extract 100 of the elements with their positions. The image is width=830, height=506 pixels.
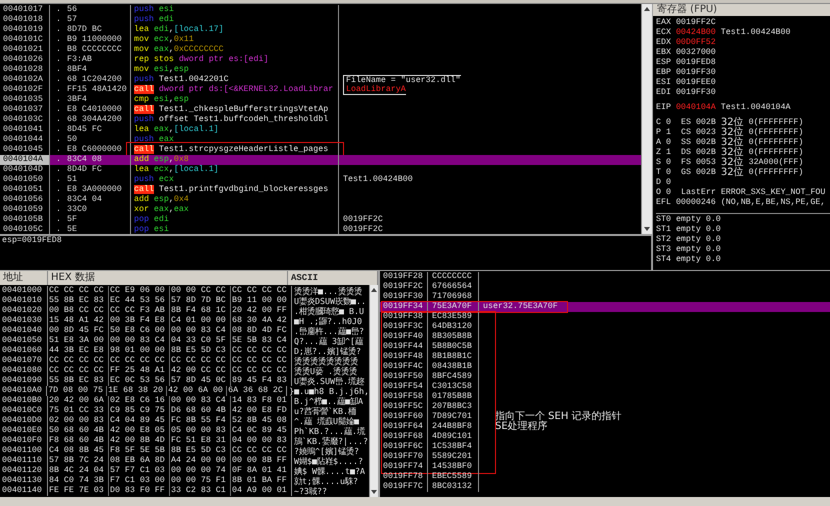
stack-row[interactable]: 0019FF74 14538BF0 [380,462,830,472]
instruction-cell: lea edi,[local.17] [131,25,339,35]
register-value[interactable]: 0040104A [676,103,716,113]
flag-value[interactable]: 0 [666,158,671,168]
hex-bytes-cell: D0 83 F0 FF [109,486,170,496]
stack-row[interactable]: 0019FF4C 08438B1B [380,362,830,372]
hex-bytes-cell: 55 8B EC 83 [48,376,109,386]
hex-bytes-cell: 84 C0 74 3B [48,476,109,486]
address-cell: 00401040 [0,326,48,336]
register-value[interactable]: 00000246 [676,198,716,208]
bytes-cell: 57 [67,15,77,25]
disassembly-row[interactable]: 0040105C . 5E pop esi 0019FF2C [0,225,641,234]
disassembly-row[interactable]: 00401059 . 33C0 xor eax,eax [0,205,641,215]
disassembly-row[interactable]: 00401018 . 57 push edi [0,15,641,25]
disassembly-row[interactable]: 0040105B . 5F pop edi 0019FF2C [0,215,641,225]
disassembly-row[interactable]: 00401051 . E8 3A000000 call Test1.printfgvdbgind_blockeressges [0,185,641,195]
stack-row[interactable]: 0019FF34 75E3A70F user32.75E3A70F [380,302,830,312]
disassembly-row[interactable]: 00401017 . 56 push esi [0,5,641,15]
stack-row[interactable]: 0019FF6C 1C538BF4 [380,442,830,452]
register-value[interactable]: 0019FF30 [676,68,716,78]
register-value[interactable]: 00327000 [676,48,716,58]
disassembly-row[interactable]: 0040102A . 68 1C204200 push Test1.0042201C FileName = "user32.dll" [0,75,641,85]
segment-selector[interactable]: 0053 [696,158,716,168]
address-cell: 0019FF34 [380,302,428,312]
stack-row[interactable]: 0019FF48 8B1B8B1C [380,352,830,362]
flag-name: A [656,138,661,148]
hex-bytes-cell: 57 8B 7C 24 [48,456,109,466]
disassembly-row[interactable]: 00401026 . F3:AB rep stos dword ptr es:[edi] [0,55,641,65]
register-value[interactable]: 0019FED8 [676,58,716,68]
flag-value[interactable]: 0 [666,118,671,128]
disassembly-row[interactable]: 0040103C . 68 304A4200 push offset Test1.buffcodeh_thresholdbl [0,115,641,125]
flag-value[interactable]: 0 [666,188,671,198]
scrollbar[interactable] [369,285,378,497]
disassembly-row[interactable]: 0040104A . 83C4 08 add esp,0x8 [0,155,641,165]
stack-row[interactable]: 0019FF7C 8BC03132 [380,482,830,492]
stack-row[interactable]: 0019FF5C 207B8BC3 [380,402,830,412]
column-header[interactable]: 地址 [0,271,48,285]
bytes-cell: FF15 48A1420 [67,85,127,95]
register-value[interactable]: 0019FF2C [676,18,716,28]
stack-row[interactable]: 0019FF38 EC83E589 [380,312,830,322]
stack-row[interactable]: 0019FF40 8B305B8B [380,332,830,342]
address-cell: 0019FF4C [380,362,428,372]
scroll-up-icon[interactable] [643,6,651,12]
stack-row[interactable]: 0019FF2C 67666564 [380,282,830,292]
register-value[interactable]: 0.0 [706,245,721,255]
scroll-up-icon[interactable] [370,287,378,293]
disassembly-row[interactable]: 00401021 . B8 CCCCCCCC mov eax,0xCCCCCCCC [0,45,641,55]
segment-selector[interactable]: 002B [696,138,716,148]
hex-bytes-cell: 42 00 8B 4D [109,436,170,446]
scrollbar[interactable] [641,4,652,234]
disassembly-row[interactable]: 00401041 . 8D45 FC lea eax,[local.1] [0,125,641,135]
scroll-down-icon[interactable] [370,489,378,495]
flag-value[interactable]: 1 [666,148,671,158]
register-value[interactable]: 00424B00 [676,28,716,38]
flag-value[interactable]: 0 [666,168,671,178]
panel-title: 寄存器 (FPU) [653,4,830,16]
flag-value[interactable]: 0 [666,178,671,188]
address-cell: 0040105C [0,225,50,234]
disassembly-row[interactable]: 00401037 . E8 C4010000 call Test1._chkespleBufferstringsVtetAp [0,105,641,115]
address-cell: 00401050 [0,175,50,185]
fpu-tag: empty [676,225,701,235]
segment-selector[interactable]: 0023 [696,128,716,138]
stack-row[interactable]: 0019FF28 CCCCCCCC [380,272,830,282]
hex-bytes-cell: 98 01 00 00 [109,346,170,356]
column-header[interactable]: HEX 数据 [48,271,288,285]
stack-row[interactable]: 0019FF70 5589C201 [380,452,830,462]
disassembly-row[interactable]: 0040101C . B9 11000000 mov ecx,0x11 [0,35,641,45]
scroll-down-icon[interactable] [643,226,651,232]
marker-text: . [56,105,62,115]
stack-row[interactable]: 0019FF64 244B8BF8 SE处理程序 [380,422,830,432]
register-value[interactable]: 0019FEE0 [676,78,716,88]
hex-bytes-cell: C9 85 C9 75 [109,406,170,416]
address-cell: 00401051 [0,185,50,195]
disassembly-row[interactable]: 00401056 . 83C4 04 add esp,0x4 [0,195,641,205]
register-value[interactable]: 0.0 [706,225,721,235]
flag-value[interactable]: 0 [666,138,671,148]
segment-selector[interactable]: 002B [696,168,716,178]
register-value[interactable]: 0.0 [706,235,721,245]
disassembly-row[interactable]: 0040104D . 8D4D FC lea ecx,[local.1] [0,165,641,175]
disassembly-row[interactable]: 00401028 . 8BF4 mov esi,esp [0,65,641,75]
hex-bytes-cell: 04 33 C0 5F [170,336,231,346]
hex-bytes-cell: F7 C1 03 00 [109,476,170,486]
register-value[interactable]: 0.0 [706,215,721,225]
stack-row[interactable]: 0019FF50 8BFC4589 [380,372,830,382]
register-value[interactable]: 0019FF30 [676,88,716,98]
segment-selector[interactable]: 002B [696,148,716,158]
stack-row[interactable]: 0019FF68 4D89C101 [380,432,830,442]
hex-bytes-cell: 20 42 00 6A [48,396,109,406]
disassembly-row[interactable]: 00401019 . 8D7D BC lea edi,[local.17] [0,25,641,35]
flag-value[interactable]: 1 [666,128,671,138]
hex-bytes-cell: 44 3B EC E8 [48,346,109,356]
stack-row[interactable]: 0019FF58 01785B8B [380,392,830,402]
register-value[interactable]: 00D0FF52 [676,38,716,48]
register-value[interactable]: 0.0 [706,255,721,265]
segment-selector[interactable]: 002B [696,118,716,128]
stack-row[interactable]: 0019FF3C 64DB3120 [380,322,830,332]
stack-row[interactable]: 0019FF54 C3013C58 [380,382,830,392]
stack-row[interactable]: 0019FF78 EBEC5589 [380,472,830,482]
disassembly-row[interactable]: 0040102F . FF15 48A1420 call dword ptr ds:[<&KERNEL32.LoadLibrar LoadLibraryA [0,85,641,95]
stack-row[interactable]: 0019FF44 5B8B0C5B [380,342,830,352]
